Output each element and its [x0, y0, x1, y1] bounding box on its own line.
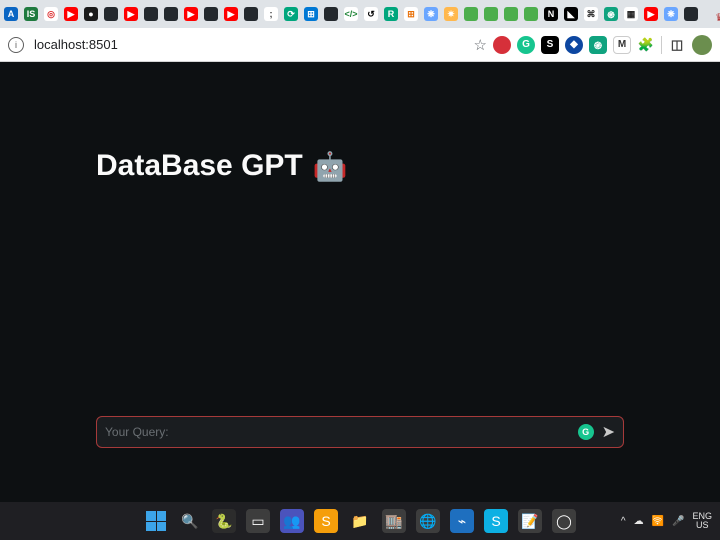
taskbar-teams[interactable]: 👥 [280, 509, 304, 533]
tab-favicon[interactable]: ▶ [64, 7, 78, 21]
taskbar-notepad[interactable]: 📝 [518, 509, 542, 533]
tab-favicon[interactable]: A [4, 7, 18, 21]
taskbar-start[interactable] [144, 509, 168, 533]
tab-favicon[interactable] [204, 7, 218, 21]
side-panel-icon[interactable]: ◫ [668, 36, 686, 54]
tray-chevron-icon[interactable]: ^ [621, 516, 626, 527]
tab-favicon[interactable] [524, 7, 538, 21]
tab-favicon[interactable]: R [384, 7, 398, 21]
query-input[interactable] [105, 425, 578, 439]
tab-favicon[interactable]: ↺ [364, 7, 378, 21]
taskbar-chrome[interactable]: 🌐 [416, 509, 440, 533]
tab-favicon[interactable] [504, 7, 518, 21]
tab-favicon[interactable] [144, 7, 158, 21]
tab-favicon[interactable]: ● [84, 7, 98, 21]
taskbar-store[interactable]: 🏬 [382, 509, 406, 533]
extension-icon[interactable]: G [517, 36, 535, 54]
taskbar-search[interactable]: 🔍 [178, 509, 202, 533]
tab-favicon[interactable]: ❋ [664, 7, 678, 21]
bookmark-star-icon[interactable]: ☆ [474, 36, 487, 54]
tab-favicon[interactable] [464, 7, 478, 21]
divider [661, 36, 662, 54]
tab-favicon[interactable] [324, 7, 338, 21]
send-button[interactable]: ➤ [602, 422, 615, 442]
extensions-row: GS ◆ ֎ M [493, 36, 631, 54]
address-bar: i localhost:8501 ☆ GS ◆ ֎ M 🧩 ◫ [0, 28, 720, 62]
tray-network-icon[interactable]: 🛜 [652, 516, 664, 527]
tab-favicon[interactable]: ⟳ [284, 7, 298, 21]
tab-favicon[interactable]: ▶ [184, 7, 198, 21]
lang-bot: US [696, 521, 709, 530]
taskbar-app[interactable]: ◯ [552, 509, 576, 533]
tab-favicon[interactable] [164, 7, 178, 21]
extension-icon[interactable]: ◆ [565, 36, 583, 54]
taskbar-sublime[interactable]: S [314, 509, 338, 533]
tab-favicon[interactable] [484, 7, 498, 21]
extension-icon[interactable]: S [541, 36, 559, 54]
robot-icon: 🤖 [313, 150, 348, 183]
tab-favicon[interactable]: IS [24, 7, 38, 21]
tab-favicon[interactable]: N [544, 7, 558, 21]
grammarly-icon[interactable]: G [578, 424, 594, 440]
taskbar-pycharm[interactable]: 🐍 [212, 509, 236, 533]
extensions-menu-icon[interactable]: 🧩 [637, 36, 655, 54]
tab-favicon[interactable] [244, 7, 258, 21]
extension-icon[interactable] [493, 36, 511, 54]
profile-avatar[interactable] [692, 35, 712, 55]
tab-favicon[interactable]: ▶ [124, 7, 138, 21]
tab-favicon[interactable]: ⊞ [404, 7, 418, 21]
tab-favicon[interactable]: ◣ [564, 7, 578, 21]
tab-crown[interactable]: ♛ [706, 6, 720, 28]
extension-icon[interactable]: M [613, 36, 631, 54]
tab-favicon[interactable]: ▦ [624, 7, 638, 21]
taskbar-task-view[interactable]: ▭ [246, 509, 270, 533]
tray-cloud-icon[interactable]: ☁ [634, 516, 644, 527]
taskbar-skype[interactable]: S [484, 509, 508, 533]
tab-favicon[interactable]: ◎ [44, 7, 58, 21]
site-info-icon[interactable]: i [8, 37, 24, 53]
tab-favicon[interactable] [684, 7, 698, 21]
extension-icon[interactable]: ֎ [589, 36, 607, 54]
url-field[interactable]: localhost:8501 [30, 37, 468, 52]
system-tray: ^ ☁ 🛜 🎤 ENG US [621, 512, 712, 530]
app-content: DataBase GPT 🤖 G ➤ [0, 62, 720, 502]
tab-favicon[interactable]: ⌘ [584, 7, 598, 21]
title-text: DataBase GPT [96, 149, 303, 183]
page-title: DataBase GPT 🤖 [96, 149, 348, 183]
tab-favicon[interactable]: ֎ [604, 7, 618, 21]
tab-favicon[interactable]: ▶ [644, 7, 658, 21]
taskbar-items: 🔍 🐍 ▭ 👥 S 📁 🏬 🌐 ⌁ S 📝 ◯ [144, 509, 576, 533]
tab-favicon[interactable]: ✷ [444, 7, 458, 21]
tab-favicon[interactable]: ▶ [224, 7, 238, 21]
tabs: ♛ × ❋ [706, 0, 720, 28]
query-box: G ➤ [96, 416, 624, 448]
taskbar: 🔍 🐍 ▭ 👥 S 📁 🏬 🌐 ⌁ S 📝 ◯ ^ ☁ 🛜 🎤 ENG US [0, 502, 720, 540]
tab-favicon[interactable]: ⊞ [304, 7, 318, 21]
tab-favicon-row: A IS ◎ ▶ ● ▶ ▶ ▶ ; ⟳ ⊞ </> ↺ R ⊞ ❋ ✷ N ◣ ⌘ ֎ ▦ ▶ ❋ [4, 7, 698, 21]
tab-favicon[interactable] [104, 7, 118, 21]
taskbar-explorer[interactable]: 📁 [348, 509, 372, 533]
tray-mic-icon[interactable]: 🎤 [672, 516, 684, 527]
tab-favicon[interactable]: ❋ [424, 7, 438, 21]
tab-strip: AIS◎▶● ▶ ▶ ▶ ;⟳⊞ </>↺R⊞❋✷ N◣⌘֎▦▶❋ ♛ × ❋ … [0, 0, 720, 28]
tray-language[interactable]: ENG US [692, 512, 712, 530]
tab-favicon[interactable]: ; [264, 7, 278, 21]
tab-favicon[interactable]: </> [344, 7, 358, 21]
taskbar-vscode[interactable]: ⌁ [450, 509, 474, 533]
windows-logo-icon [146, 511, 166, 531]
